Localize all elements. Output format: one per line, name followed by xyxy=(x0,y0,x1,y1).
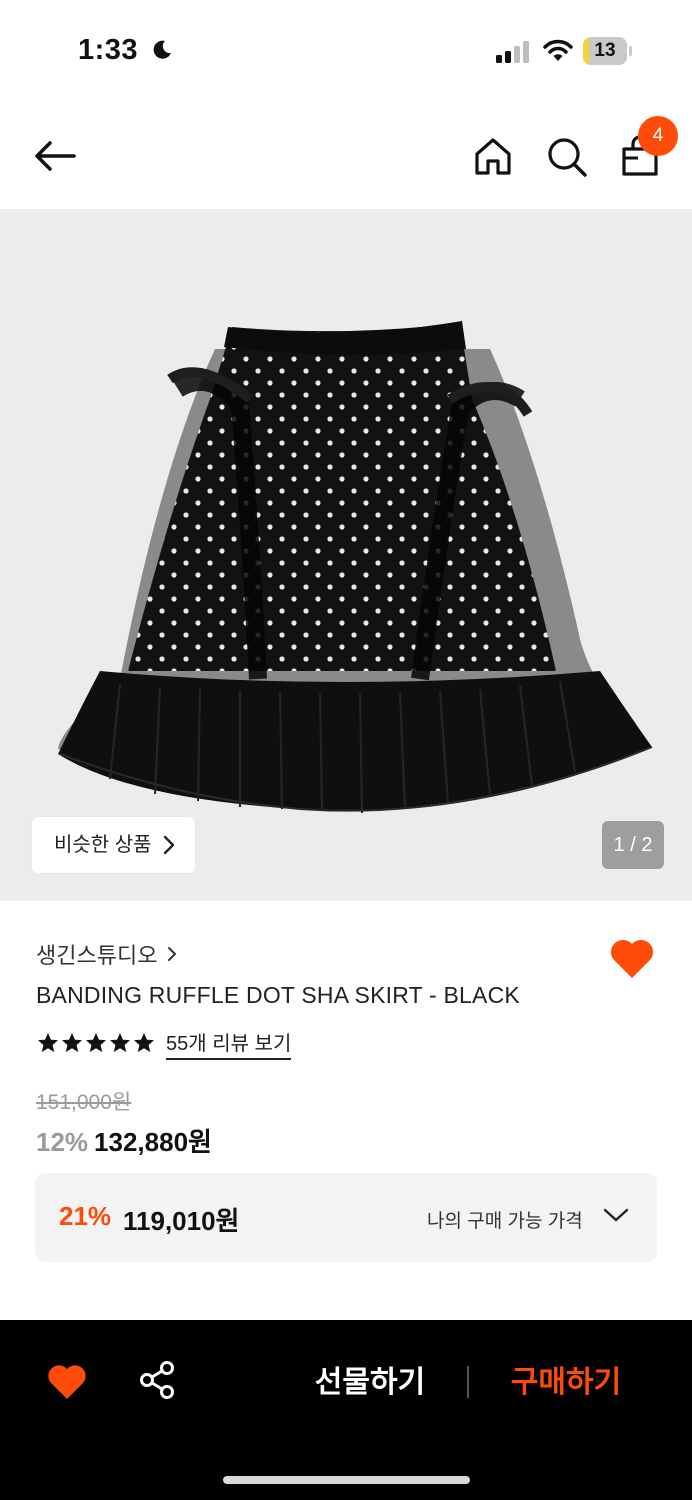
star-icon xyxy=(110,1033,130,1052)
heart-icon[interactable] xyxy=(46,1362,88,1400)
home-button[interactable] xyxy=(470,134,516,180)
search-icon xyxy=(548,138,587,177)
similar-products-label: 비슷한 상품 xyxy=(54,834,152,856)
star-icon xyxy=(38,1033,58,1052)
similar-products-button[interactable]: 비슷한 상품 xyxy=(32,817,195,873)
star-icon xyxy=(62,1033,82,1052)
moon-icon xyxy=(153,40,171,59)
sale-price: 132,880원 xyxy=(94,1127,212,1157)
price-row: 12% 132,880원 xyxy=(36,1122,212,1159)
chevron-right-icon xyxy=(168,947,177,961)
discount-rate: 12% xyxy=(36,1127,89,1157)
rating-stars xyxy=(36,1031,156,1055)
my-price: 119,010원 xyxy=(123,1206,240,1236)
rating-row: 55개 리뷰 보기 xyxy=(36,1027,292,1060)
back-button[interactable] xyxy=(30,136,82,176)
gift-button[interactable]: 선물하기 xyxy=(300,1358,440,1408)
chevron-down-icon xyxy=(603,1208,629,1222)
bottom-bar-divider xyxy=(467,1366,469,1398)
my-price-label: 나의 구매 가능 가격 xyxy=(427,1211,583,1232)
status-time: 1:33 xyxy=(78,34,139,66)
product-name: BANDING RUFFLE DOT SHA SKIRT - BLACK xyxy=(36,982,520,1008)
product-image-carousel[interactable]: 비슷한 상품 1 / 2 xyxy=(0,209,692,901)
wishlist-heart-button[interactable] xyxy=(608,936,656,980)
signal-icon xyxy=(496,41,529,63)
star-icon xyxy=(134,1033,154,1052)
wifi-icon xyxy=(543,39,573,61)
my-discount-rate: 21% xyxy=(59,1201,112,1231)
battery-text: 13 xyxy=(594,40,616,61)
top-nav: 4 xyxy=(0,108,692,208)
status-bar: 1:33 13 xyxy=(0,0,692,100)
brand-name: 생긴스튜디오 xyxy=(36,943,158,968)
brand-link[interactable]: 생긴스튜디오 xyxy=(36,938,177,970)
share-icon[interactable] xyxy=(138,1360,176,1400)
review-link[interactable]: 55개 리뷰 보기 xyxy=(166,1027,292,1060)
back-arrow-icon xyxy=(35,141,76,171)
home-icon xyxy=(475,138,511,175)
chevron-right-icon xyxy=(163,835,175,855)
product-image xyxy=(58,321,653,814)
image-page-indicator: 1 / 2 xyxy=(602,821,664,869)
my-price-dropdown[interactable]: 21% 119,010원 나의 구매 가능 가격 xyxy=(35,1173,657,1262)
star-icon xyxy=(86,1033,106,1052)
battery-indicator: 13 xyxy=(583,37,632,65)
buy-button[interactable]: 구매하기 xyxy=(494,1358,638,1408)
bottom-action-bar: 선물하기 구매하기 xyxy=(0,1320,692,1500)
cart-count-badge: 4 xyxy=(638,116,678,156)
home-indicator xyxy=(223,1476,470,1484)
original-price: 151,000원 xyxy=(36,1091,132,1114)
search-button[interactable] xyxy=(544,134,590,180)
